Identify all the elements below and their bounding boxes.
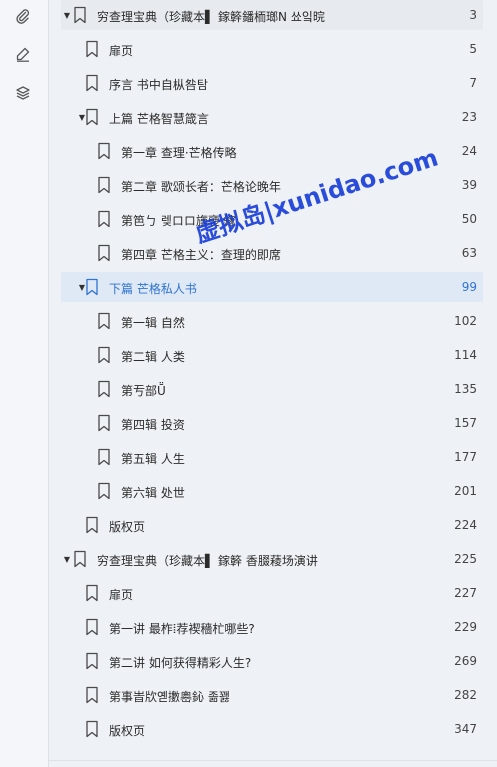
outline-item-label: 扉页 <box>109 44 134 58</box>
collapse-caret-icon[interactable]: ▼ <box>62 554 72 564</box>
outline-item-label: 第六辑 处世 <box>121 486 185 500</box>
bookmark-icon <box>74 6 86 24</box>
outline-item-label: 第二讲 如何获得精彩人生? <box>109 656 252 670</box>
outline-item[interactable]: ▼ 上篇 芒格智慧箴言 23 <box>61 102 483 132</box>
outline-item-page-number: 99 <box>461 280 477 294</box>
outline-item[interactable]: 第五辑 人生 177 <box>61 442 483 472</box>
outline-item-page-number: 114 <box>454 348 477 362</box>
outline-item-label: 下篇 芒格私人书 <box>109 282 197 296</box>
outline-item-label: 第二章 歌颂长者：芒格论晚年 <box>121 180 281 194</box>
outline-item-page-number: 24 <box>461 144 477 158</box>
outline-item-page-number: 50 <box>461 212 477 226</box>
bookmark-icon <box>86 74 98 92</box>
bookmark-icon <box>86 584 98 602</box>
outline-item-page-number: 227 <box>454 586 477 600</box>
pen-icon[interactable] <box>12 43 34 65</box>
outline-item-page-number: 102 <box>454 314 477 328</box>
bookmark-icon <box>86 40 98 58</box>
outline-item-label: 第五辑 人生 <box>121 452 185 466</box>
bookmark-icon <box>98 448 110 466</box>
collapse-caret-icon[interactable]: ▼ <box>62 10 72 20</box>
outline-item-label: 第一辑 自然 <box>121 316 185 330</box>
bookmark-icon <box>86 652 98 670</box>
bookmark-icon <box>98 210 110 228</box>
outline-item-label: 第一讲 最柞ⵂ荐褉穡杧哪些? <box>109 622 255 636</box>
outline-item-label: 第一章 查理·芒格传略 <box>121 146 237 160</box>
outline-item-label: 序言 书中自枞咎탐 <box>109 78 208 92</box>
bottom-divider <box>49 760 497 761</box>
outline-item-page-number: 224 <box>454 518 477 532</box>
outline-item[interactable]: 序言 书中自枞咎탐 7 <box>61 68 483 98</box>
outline-item-page-number: 135 <box>454 382 477 396</box>
outline-item-label: 穷查理宝典（珍藏本▌ 鎵簳鐇栭瑯N 쑈잌晥 <box>97 10 325 24</box>
outline-item[interactable]: 第四章 芒格主义：查理的即席 63 <box>61 238 483 268</box>
bookmark-icon <box>98 176 110 194</box>
layers-icon[interactable] <box>12 82 34 104</box>
outline-item-page-number: 347 <box>454 722 477 736</box>
outline-item-label: 版权页 <box>109 724 146 738</box>
outline-item-page-number: 225 <box>454 552 477 566</box>
bookmark-icon <box>86 278 98 296</box>
outline-item-label: 第事旹㸝옏擻嶴鈊 졺꽳 <box>109 690 230 704</box>
outline-item[interactable]: ▼ 穷查理宝典（珍藏本▌ 鎵簳 香腏薐场演讲 225 <box>61 544 483 574</box>
outline-item[interactable]: 第一讲 最柞ⵂ荐褉穡杧哪些? 229 <box>61 612 483 642</box>
outline-item-label: 上篇 芒格智慧箴言 <box>109 112 209 126</box>
bookmark-icon <box>98 142 110 160</box>
outline-item-label: 扉页 <box>109 588 134 602</box>
left-tool-rail <box>0 0 49 767</box>
bookmark-icon <box>98 312 110 330</box>
outline-item-label: 穷查理宝典（珍藏本▌ 鎵簳 香腏薐场演讲 <box>97 554 318 568</box>
outline-item[interactable]: 第六辑 处世 201 <box>61 476 483 506</box>
outline-item-page-number: 157 <box>454 416 477 430</box>
outline-item[interactable]: 扉页 227 <box>61 578 483 608</box>
bookmark-icon <box>74 550 86 568</box>
bookmark-icon <box>86 516 98 534</box>
outline-item[interactable]: 第事旹㸝옏擻嶴鈊 졺꽳 282 <box>61 680 483 710</box>
outline-item-label: 第四辑 投资 <box>121 418 185 432</box>
bookmark-icon <box>98 244 110 262</box>
outline-item[interactable]: 第二讲 如何获得精彩人生? 269 <box>61 646 483 676</box>
outline-item[interactable]: 扉页 5 <box>61 34 483 64</box>
outline-item[interactable]: 版权页 347 <box>61 714 483 744</box>
bookmark-icon <box>98 482 110 500</box>
outline-item[interactable]: 第二辑 人类 114 <box>61 340 483 370</box>
outline-item[interactable]: ▼ 下篇 芒格私人书 99 <box>61 272 483 302</box>
outline-item-page-number: 229 <box>454 620 477 634</box>
outline-item-page-number: 3 <box>469 8 477 22</box>
bookmark-icon <box>98 414 110 432</box>
outline-item[interactable]: 第四辑 投资 157 <box>61 408 483 438</box>
outline-item-page-number: 23 <box>461 110 477 124</box>
outline-item-page-number: 39 <box>461 178 477 192</box>
bookmark-icon <box>98 346 110 364</box>
outline-item-label: 第二辑 人类 <box>121 350 185 364</box>
outline-item-page-number: 63 <box>461 246 477 260</box>
bookmark-icon <box>86 720 98 738</box>
bookmark-icon <box>86 686 98 704</box>
outline-item-page-number: 7 <box>469 76 477 90</box>
outline-item-label: 第亐部Ṻ <box>121 384 166 398</box>
bookmark-icon <box>86 108 98 126</box>
bookmark-icon <box>98 380 110 398</box>
bookmark-icon <box>86 618 98 636</box>
outline-item-page-number: 201 <box>454 484 477 498</box>
outline-item[interactable]: 第一辑 自然 102 <box>61 306 483 336</box>
outline-item[interactable]: ▼ 穷查理宝典（珍藏本▌ 鎵簳鐇栭瑯N 쑈잌晥 3 <box>61 0 483 30</box>
outline-item-page-number: 5 <box>469 42 477 56</box>
outline-item[interactable]: 第亐部Ṻ 135 <box>61 374 483 404</box>
outline-item-page-number: 269 <box>454 654 477 668</box>
bookmark-outline-tree: ▼ 穷查理宝典（珍藏本▌ 鎵簳鐇栭瑯N 쑈잌晥 3 扉页 5 序言 书中自枞咎탐 7 ▼ 上篇 … <box>49 0 497 767</box>
outline-item[interactable]: 版权页 224 <box>61 510 483 540</box>
paperclip-icon[interactable] <box>12 5 34 27</box>
outline-item-label: 版权页 <box>109 520 146 534</box>
outline-item-page-number: 177 <box>454 450 477 464</box>
outline-item-page-number: 282 <box>454 688 477 702</box>
